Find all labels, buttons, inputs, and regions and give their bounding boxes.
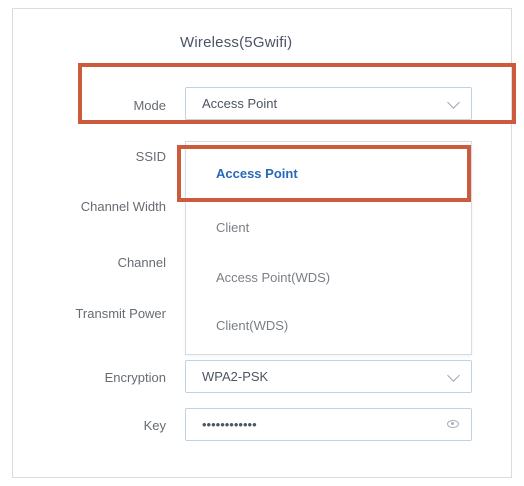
encryption-select[interactable]: WPA2-PSK — [185, 360, 472, 393]
mode-option-access-point[interactable]: Access Point — [216, 166, 298, 181]
encryption-label: Encryption — [104, 370, 166, 385]
transmit-power-label: Transmit Power — [75, 306, 166, 321]
key-label: Key — [143, 418, 166, 433]
channel-width-label: Channel Width — [80, 199, 166, 214]
chevron-down-icon — [447, 369, 460, 382]
encryption-select-value: WPA2-PSK — [202, 369, 269, 384]
mode-label: Mode — [133, 98, 166, 113]
eye-icon[interactable] — [447, 420, 459, 428]
channel-label: Channel — [117, 255, 166, 270]
mode-select[interactable]: Access Point — [185, 87, 472, 120]
ssid-label: SSID — [135, 149, 166, 164]
section-title: Wireless(5Gwifi) — [180, 34, 293, 51]
chevron-down-icon — [447, 96, 460, 109]
mode-option-client-wds[interactable]: Client(WDS) — [216, 318, 288, 333]
mode-option-client[interactable]: Client — [216, 220, 249, 235]
mode-dropdown-menu: Access Point Client Access Point(WDS) Cl… — [185, 141, 472, 355]
mode-option-access-point-wds[interactable]: Access Point(WDS) — [216, 270, 330, 285]
key-input[interactable]: •••••••••••• — [185, 408, 472, 441]
mode-select-value: Access Point — [202, 96, 278, 111]
key-input-value: •••••••••••• — [202, 417, 257, 432]
